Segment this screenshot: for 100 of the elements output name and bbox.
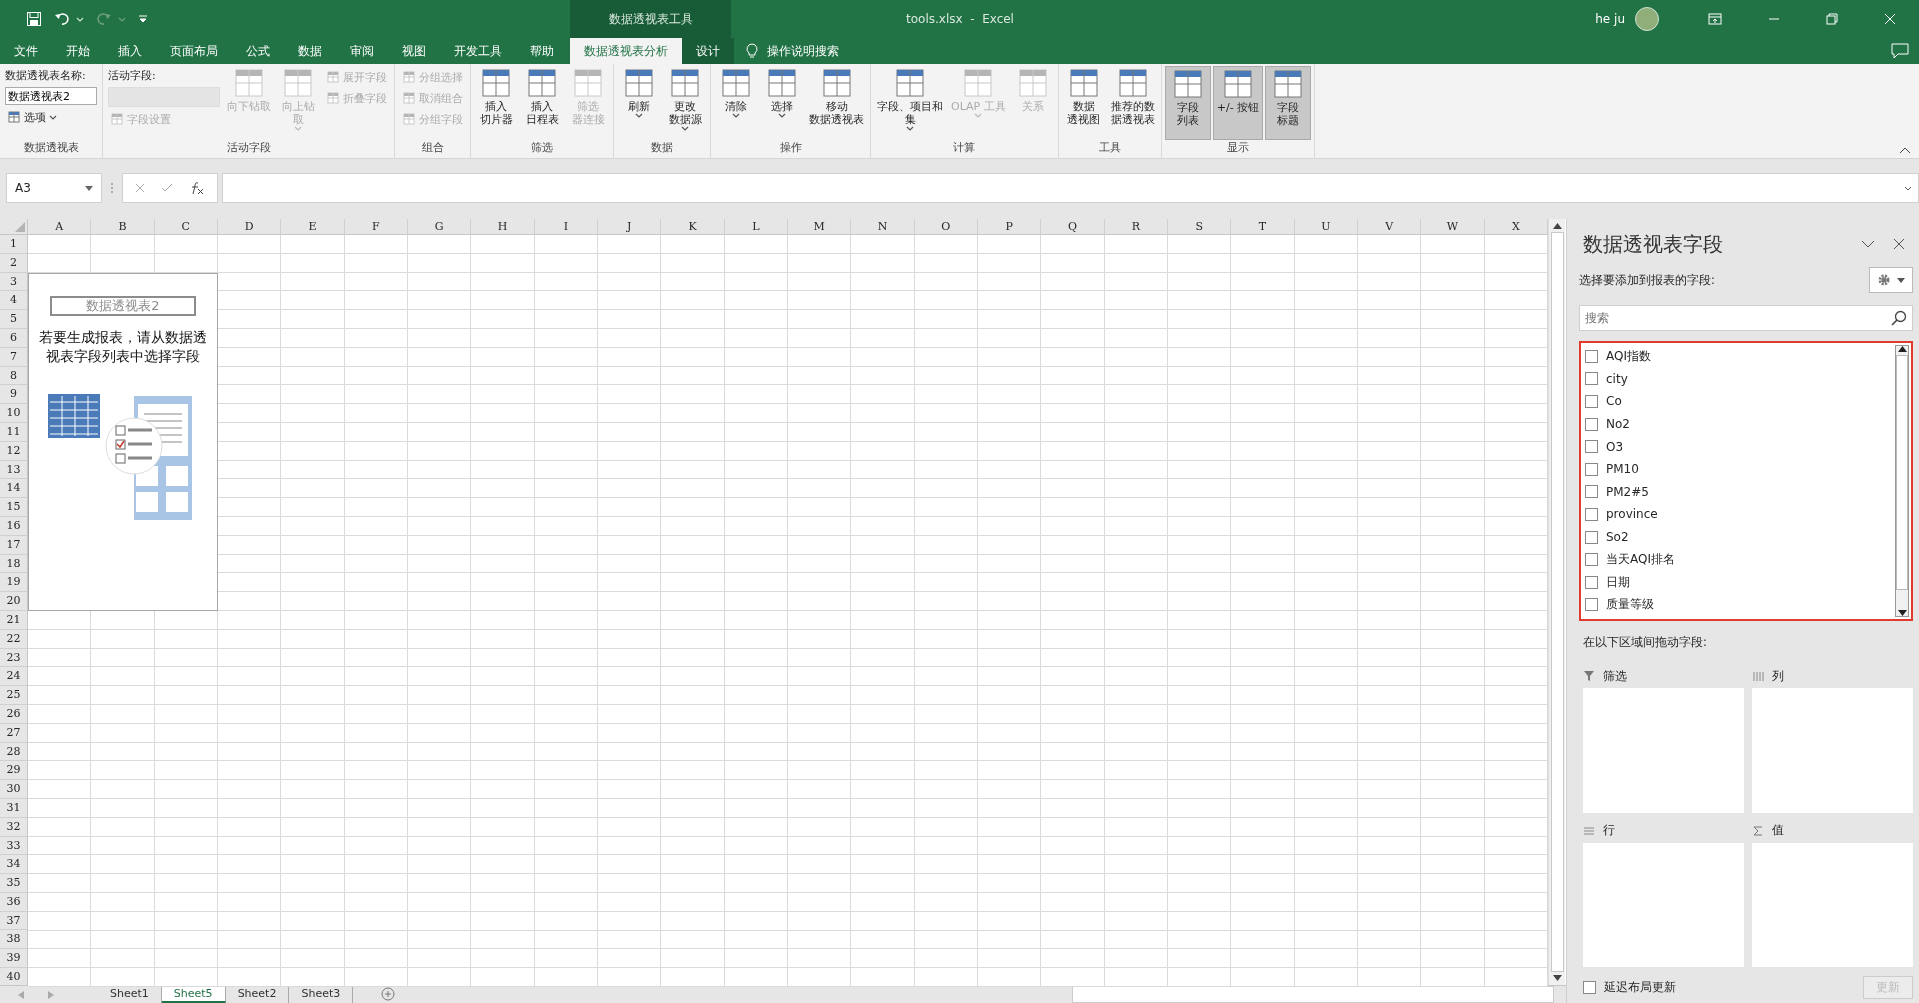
ribbon-tab[interactable]: 数据 xyxy=(284,38,336,64)
sheet-tab[interactable]: Sheet2 xyxy=(225,986,290,1003)
column-header[interactable]: K xyxy=(661,219,725,234)
row-header[interactable]: 29 xyxy=(0,761,27,781)
ribbon-button[interactable]: 选项 xyxy=(5,108,97,126)
ribbon-button[interactable]: 插入 切片器 xyxy=(474,66,518,138)
row-header[interactable]: 13 xyxy=(0,460,27,480)
ribbon-tab[interactable]: 页面布局 xyxy=(156,38,232,64)
checkbox[interactable] xyxy=(1585,349,1598,363)
tell-me-search[interactable]: 操作说明搜索 xyxy=(767,42,839,60)
checkbox[interactable] xyxy=(1585,553,1598,567)
column-header[interactable]: L xyxy=(724,219,788,234)
row-header[interactable]: 4 xyxy=(0,291,27,311)
column-header[interactable]: C xyxy=(154,219,218,234)
avatar[interactable] xyxy=(1635,7,1659,31)
ribbon-tab[interactable]: 开始 xyxy=(52,38,104,64)
column-header[interactable]: S xyxy=(1168,219,1232,234)
row-header[interactable]: 28 xyxy=(0,742,27,762)
field-name[interactable]: PM2#5 xyxy=(1606,484,1649,499)
ribbon-tab[interactable]: 帮助 xyxy=(516,38,568,64)
row-header[interactable]: 35 xyxy=(0,874,27,893)
column-header[interactable]: M xyxy=(788,219,852,234)
user-name[interactable]: he ju xyxy=(1595,12,1625,26)
field-name[interactable]: So2 xyxy=(1606,530,1629,545)
pivot-name-field[interactable]: 数据透视表2 xyxy=(5,87,97,105)
field-name[interactable]: Co xyxy=(1606,394,1622,409)
list-scrollbar[interactable] xyxy=(1895,345,1909,617)
column-header[interactable]: O xyxy=(914,219,978,234)
row-header[interactable]: 10 xyxy=(0,404,27,423)
row-header[interactable]: 19 xyxy=(0,573,27,593)
row-header[interactable]: 39 xyxy=(0,949,27,969)
column-header[interactable]: E xyxy=(281,219,345,234)
field-name[interactable]: 日期 xyxy=(1606,573,1630,591)
checkbox-label[interactable]: 延迟布局更新 xyxy=(1604,978,1676,996)
column-header[interactable]: V xyxy=(1358,219,1422,234)
field-name[interactable]: 当天AQI排名 xyxy=(1606,551,1675,569)
row-header[interactable]: 21 xyxy=(0,610,27,630)
checkbox[interactable] xyxy=(1585,417,1598,431)
row-header[interactable]: 5 xyxy=(0,310,27,329)
row-header[interactable]: 23 xyxy=(0,648,27,668)
checkbox[interactable] xyxy=(1583,980,1596,994)
row-header[interactable]: 33 xyxy=(0,836,27,856)
field-name[interactable]: O3 xyxy=(1606,439,1624,454)
checkbox[interactable] xyxy=(1585,507,1598,521)
row-header[interactable]: 2 xyxy=(0,253,27,273)
vertical-scrollbar[interactable] xyxy=(1548,219,1565,985)
row-header[interactable]: 34 xyxy=(0,855,27,875)
ribbon-button[interactable]: 字段 标题 xyxy=(1265,66,1312,140)
column-header[interactable]: D xyxy=(218,219,282,234)
column-header[interactable]: U xyxy=(1294,219,1358,234)
row-header[interactable]: 22 xyxy=(0,629,27,649)
row-header[interactable]: 1 xyxy=(0,235,27,254)
ribbon-tab[interactable]: 视图 xyxy=(388,38,440,64)
column-header[interactable]: G xyxy=(408,219,472,234)
ribbon-tab[interactable]: 插入 xyxy=(104,38,156,64)
row-header[interactable]: 9 xyxy=(0,385,27,405)
row-header[interactable]: 37 xyxy=(0,911,27,931)
ribbon-tab[interactable]: 审阅 xyxy=(336,38,388,64)
checkbox[interactable] xyxy=(1585,575,1598,589)
ribbon-button[interactable]: 更改 数据源 xyxy=(663,66,707,138)
search-field[interactable]: 搜索 xyxy=(1579,305,1913,331)
name-box[interactable]: A3 xyxy=(6,173,102,203)
ribbon-tab[interactable]: 数据透视表分析 xyxy=(570,38,682,64)
field-name[interactable]: city xyxy=(1606,371,1628,386)
row-header[interactable]: 18 xyxy=(0,554,27,574)
checkbox[interactable] xyxy=(1585,395,1598,408)
column-header[interactable]: B xyxy=(91,219,155,234)
field-name[interactable]: PM10 xyxy=(1606,462,1639,477)
column-header[interactable]: P xyxy=(978,219,1042,234)
ribbon-button[interactable]: 移动 数据透视表 xyxy=(806,66,867,138)
row-header[interactable]: 15 xyxy=(0,498,27,517)
row-header[interactable]: 31 xyxy=(0,798,27,818)
checkbox[interactable] xyxy=(1585,485,1598,499)
column-header[interactable]: R xyxy=(1104,219,1168,234)
column-header[interactable]: F xyxy=(344,219,408,234)
column-header[interactable]: A xyxy=(28,219,92,234)
checkbox[interactable] xyxy=(1585,372,1598,386)
field-name[interactable]: 质量等级 xyxy=(1606,596,1654,614)
row-header[interactable]: 36 xyxy=(0,892,27,912)
row-header[interactable]: 8 xyxy=(0,366,27,386)
ribbon-button[interactable]: 推荐的数 据透视表 xyxy=(1107,66,1158,138)
sheet-tab[interactable]: Sheet3 xyxy=(289,986,354,1003)
column-header[interactable]: Q xyxy=(1041,219,1105,234)
row-header[interactable]: 20 xyxy=(0,592,27,611)
ribbon-button[interactable]: 字段、项目和 集 xyxy=(874,66,946,138)
row-header[interactable]: 14 xyxy=(0,479,27,499)
checkbox[interactable] xyxy=(1585,440,1598,454)
ribbon-button[interactable]: 刷新 xyxy=(617,66,661,138)
row-header[interactable]: 6 xyxy=(0,329,27,348)
row-header[interactable]: 11 xyxy=(0,422,27,442)
field-name[interactable]: AQI指数 xyxy=(1606,347,1651,365)
row-header[interactable]: 30 xyxy=(0,780,27,799)
sheet-tab[interactable]: Sheet1 xyxy=(98,986,162,1003)
scrollbar-thumb[interactable] xyxy=(1550,232,1564,972)
column-header[interactable]: N xyxy=(851,219,915,234)
row-header[interactable]: 12 xyxy=(0,441,27,461)
checkbox[interactable] xyxy=(1585,530,1598,544)
checkbox[interactable] xyxy=(1585,462,1598,476)
row-header[interactable]: 26 xyxy=(0,704,27,724)
row-header[interactable]: 32 xyxy=(0,817,27,837)
